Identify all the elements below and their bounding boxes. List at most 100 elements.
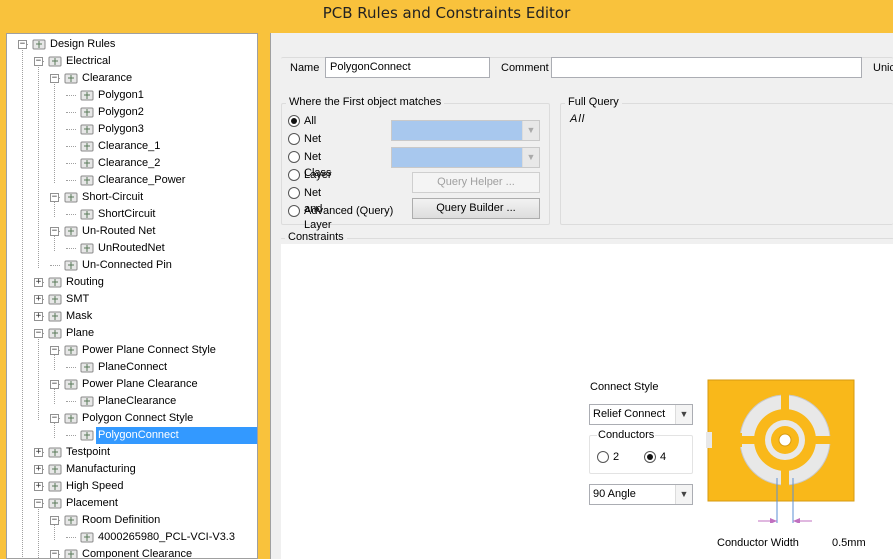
- tree-item[interactable]: − Design Rules: [7, 36, 257, 53]
- expand-icon[interactable]: +: [34, 278, 43, 287]
- expand-icon[interactable]: +: [34, 448, 43, 457]
- tree-item[interactable]: − Power Plane Clearance: [7, 376, 257, 393]
- tree-item-label: Plane: [66, 327, 95, 339]
- rule-icon: [79, 88, 95, 103]
- tree-item[interactable]: + Testpoint: [7, 444, 257, 461]
- tree-item[interactable]: PlaneClearance: [7, 393, 257, 410]
- rule-icon: [63, 513, 79, 528]
- collapse-icon[interactable]: −: [34, 499, 43, 508]
- tree-item[interactable]: + Manufacturing: [7, 461, 257, 478]
- radio-net-button[interactable]: [288, 133, 300, 145]
- tree-item[interactable]: − Room Definition: [7, 512, 257, 529]
- tree-item[interactable]: − Placement: [7, 495, 257, 512]
- tree-item[interactable]: − Power Plane Connect Style: [7, 342, 257, 359]
- conductor-width-value[interactable]: 0.5mm: [832, 537, 866, 549]
- tree-item-label: SMT: [66, 293, 90, 305]
- collapse-icon[interactable]: −: [34, 329, 43, 338]
- tree-item[interactable]: PlaneConnect: [7, 359, 257, 376]
- rule-icon: [63, 411, 79, 426]
- tree-item[interactable]: Un-Connected Pin: [7, 257, 257, 274]
- tree-item[interactable]: 4000265980_PCL-VCI-V3.3: [7, 529, 257, 546]
- unique-id-label: Unic: [873, 62, 893, 74]
- chevron-down-icon: ▼: [675, 485, 692, 504]
- chevron-down-icon: ▼: [522, 121, 539, 140]
- tree-item[interactable]: Polygon3: [7, 121, 257, 138]
- tree-item[interactable]: Clearance_1: [7, 138, 257, 155]
- tree-item-label: Routing: [66, 276, 104, 288]
- rule-icon: [63, 547, 79, 558]
- collapse-icon[interactable]: −: [50, 516, 59, 525]
- tree-item[interactable]: + Mask: [7, 308, 257, 325]
- rule-icon: [79, 428, 95, 443]
- radio-advanced-query-button[interactable]: [288, 205, 300, 217]
- radio-conductors-4-label: 4: [660, 451, 667, 463]
- tree-item[interactable]: + Routing: [7, 274, 257, 291]
- tree-item-label: PlaneConnect: [98, 361, 168, 373]
- tree-item[interactable]: Polygon1: [7, 87, 257, 104]
- tree-item-label: 4000265980_PCL-VCI-V3.3: [98, 531, 235, 543]
- connect-style-value: Relief Connect: [593, 408, 666, 420]
- angle-select[interactable]: 90 Angle ▼: [589, 484, 693, 505]
- rule-icon: [47, 496, 63, 511]
- collapse-icon[interactable]: −: [50, 550, 59, 558]
- rule-icon: [79, 139, 95, 154]
- collapse-icon[interactable]: −: [50, 380, 59, 389]
- collapse-icon[interactable]: −: [18, 40, 27, 49]
- collapse-icon[interactable]: −: [50, 227, 59, 236]
- net-class-combo[interactable]: ▼: [391, 147, 540, 168]
- radio-net-and-layer-button[interactable]: [288, 187, 300, 199]
- tree-item[interactable]: ShortCircuit: [7, 206, 257, 223]
- radio-advanced-query-label: Advanced (Query): [304, 205, 394, 217]
- expand-icon[interactable]: +: [34, 312, 43, 321]
- tree-item-label: Mask: [66, 310, 93, 322]
- radio-net-class-button[interactable]: [288, 151, 300, 163]
- rule-icon: [79, 360, 95, 375]
- tree-item[interactable]: UnRoutedNet: [7, 240, 257, 257]
- tree-item[interactable]: Polygon2: [7, 104, 257, 121]
- tree-item[interactable]: Clearance_Power: [7, 172, 257, 189]
- collapse-icon[interactable]: −: [50, 414, 59, 423]
- tree-item[interactable]: Clearance_2: [7, 155, 257, 172]
- tree-item[interactable]: − Short-Circuit: [7, 189, 257, 206]
- rule-icon: [79, 530, 95, 545]
- first-object-title: Where the First object matches: [286, 96, 445, 108]
- name-input[interactable]: PolygonConnect: [325, 57, 490, 78]
- radio-conductors-4-button[interactable]: [644, 451, 656, 463]
- net-combo[interactable]: ▼: [391, 120, 540, 141]
- radio-conductors-2-button[interactable]: [597, 451, 609, 463]
- tree-item[interactable]: − Un-Routed Net: [7, 223, 257, 240]
- rule-icon: [79, 156, 95, 171]
- radio-all-button[interactable]: [288, 115, 300, 127]
- collapse-icon[interactable]: −: [50, 346, 59, 355]
- rule-icon: [47, 462, 63, 477]
- rule-icon: [63, 224, 79, 239]
- tree-item[interactable]: − Polygon Connect Style: [7, 410, 257, 427]
- expand-icon[interactable]: +: [34, 295, 43, 304]
- radio-layer-button[interactable]: [288, 169, 300, 181]
- tree-item-label: ShortCircuit: [98, 208, 156, 220]
- window-title-bar: PCB Rules and Constraints Editor: [0, 0, 893, 27]
- tree-item[interactable]: − Electrical: [7, 53, 257, 70]
- tree-item[interactable]: + SMT: [7, 291, 257, 308]
- tree-item[interactable]: PolygonConnect: [7, 427, 257, 444]
- collapse-icon[interactable]: −: [50, 193, 59, 202]
- connect-style-select[interactable]: Relief Connect ▼: [589, 404, 693, 425]
- expand-icon[interactable]: +: [34, 465, 43, 474]
- expand-icon[interactable]: +: [34, 482, 43, 491]
- rules-tree[interactable]: − Design Rules − Electrical − Clearance Polygo…: [6, 33, 258, 559]
- comment-label: Comment: [501, 62, 549, 74]
- window-title: PCB Rules and Constraints Editor: [322, 4, 571, 22]
- tree-item[interactable]: − Component Clearance: [7, 546, 257, 558]
- collapse-icon[interactable]: −: [34, 57, 43, 66]
- tree-item[interactable]: + High Speed: [7, 478, 257, 495]
- tree-item[interactable]: − Clearance: [7, 70, 257, 87]
- rule-icon: [79, 122, 95, 137]
- comment-input[interactable]: [551, 57, 862, 78]
- tree-item[interactable]: − Plane: [7, 325, 257, 342]
- full-query-group: [560, 103, 893, 225]
- query-builder-button[interactable]: Query Builder ...: [412, 198, 540, 219]
- collapse-icon[interactable]: −: [50, 74, 59, 83]
- rule-icon: [79, 105, 95, 120]
- full-query-text[interactable]: All: [570, 113, 585, 125]
- query-helper-button[interactable]: Query Helper ...: [412, 172, 540, 193]
